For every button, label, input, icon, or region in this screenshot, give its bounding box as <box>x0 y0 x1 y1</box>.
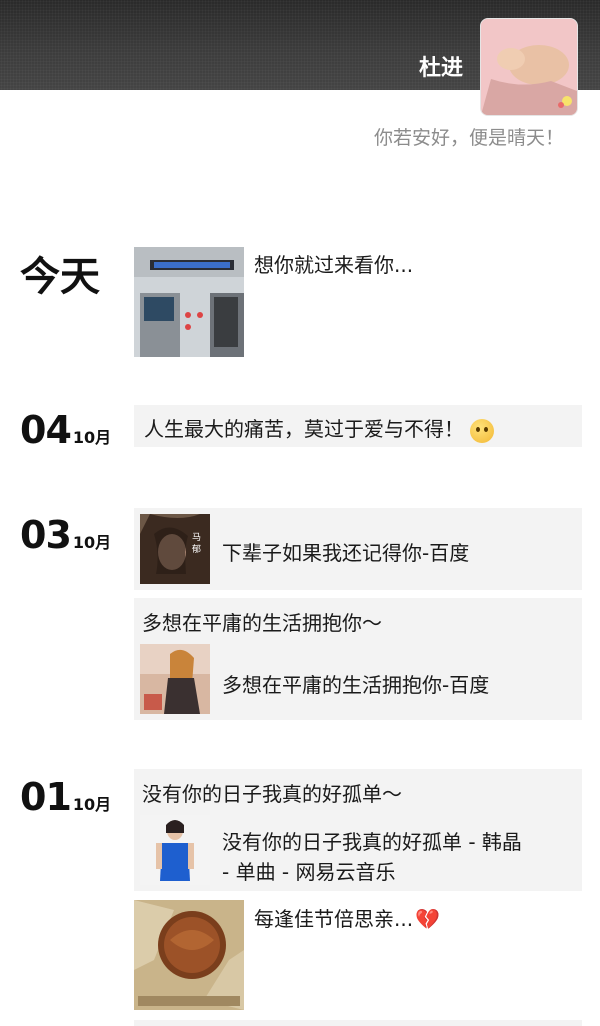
post-text: 人生最大的痛苦，莫过于爱与不得！ <box>144 417 464 441</box>
username[interactable]: 杜进 <box>419 50 463 82</box>
singer-portrait-image: 马 郁 <box>140 514 210 584</box>
avatar[interactable] <box>480 18 578 116</box>
avatar-image <box>481 19 577 115</box>
share-title: 下辈子如果我还记得你-百度 <box>222 541 470 565</box>
mooncake-image <box>134 900 244 1010</box>
mooncake-photo[interactable] <box>134 900 244 1010</box>
share-title-line2: - 单曲 - 网易云音乐 <box>222 860 396 884</box>
subway-photo-image <box>134 247 244 357</box>
date-03: 03 10月 <box>20 513 111 557</box>
share-thumbnail: 马 郁 <box>140 514 210 584</box>
share-thumbnail <box>140 815 210 885</box>
date-01: 01 10月 <box>20 775 111 819</box>
svg-text:马: 马 <box>192 532 201 543</box>
link-share-card[interactable]: 马 郁 下辈子如果我还记得你-百度 <box>134 508 582 590</box>
pleading-face-icon <box>470 418 494 443</box>
date-month: 10月 <box>72 428 112 447</box>
date-day: 04 <box>20 408 72 452</box>
date-day: 01 <box>20 775 72 819</box>
share-title: 多想在平庸的生活拥抱你-百度 <box>222 673 490 697</box>
post-text: 多想在平庸的生活拥抱你～ <box>142 611 382 635</box>
date-month: 10月 <box>72 795 112 814</box>
today-caption[interactable]: 想你就过来看你... <box>254 249 413 278</box>
date-month: 10月 <box>72 533 112 552</box>
text-post-content: 人生最大的痛苦，莫过于爱与不得！ <box>144 413 494 443</box>
link-share-card[interactable]: 多想在平庸的生活拥抱你～ 多想在平庸的生活拥抱你-百度 <box>134 598 582 720</box>
post-text: 没有你的日子我真的好孤单～ <box>142 782 402 806</box>
music-share-card[interactable]: 没有你的日子我真的好孤单～ 没有你的日子我真的好孤单 - 韩晶 - 单曲 - 网… <box>134 769 582 891</box>
date-today-label: 今天 <box>20 254 100 300</box>
share-title-line1: 没有你的日子我真的好孤单 - 韩晶 <box>222 830 522 854</box>
mooncake-caption[interactable]: 每逢佳节倍思亲... 💔 <box>254 903 440 932</box>
today-photo[interactable] <box>134 247 244 357</box>
share-thumbnail <box>140 644 210 714</box>
post-caption: 每逢佳节倍思亲... <box>254 907 414 931</box>
date-04: 04 10月 <box>20 408 111 452</box>
next-post-card[interactable] <box>134 1020 582 1026</box>
svg-text:郁: 郁 <box>192 543 201 555</box>
broken-heart-icon: 💔 <box>415 907 440 931</box>
text-post-card[interactable]: 人生最大的痛苦，莫过于爱与不得！ <box>134 405 582 447</box>
date-day: 03 <box>20 513 72 557</box>
singer-photo-image <box>140 644 210 714</box>
singer-photo-image <box>140 815 210 885</box>
date-today: 今天 <box>20 244 100 302</box>
signature: 你若安好，便是晴天！ <box>373 127 564 149</box>
